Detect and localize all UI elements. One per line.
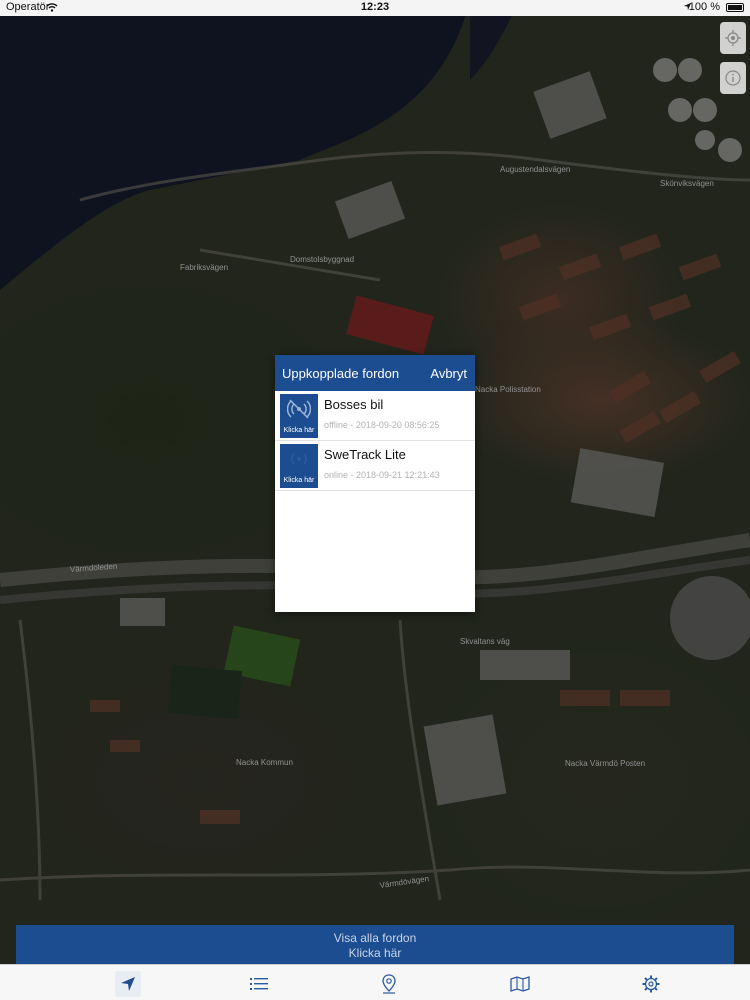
list-icon bbox=[250, 978, 268, 990]
thumb-click-label: Klicka här bbox=[283, 477, 315, 484]
tab-pin[interactable] bbox=[376, 971, 402, 997]
show-all-vehicles-button[interactable]: Visa alla fordon Klicka här bbox=[16, 925, 734, 964]
tab-bar bbox=[0, 964, 750, 1000]
vehicle-thumbnail[interactable]: Klicka här bbox=[280, 444, 318, 488]
map-info-button[interactable] bbox=[720, 62, 746, 94]
status-bar: Operatör 12:23 100 % bbox=[0, 0, 750, 16]
vehicle-row-swetrack-lite[interactable]: Klicka här SweTrack Lite online - 2018-0… bbox=[275, 441, 475, 491]
connected-vehicles-dialog: Uppkopplade fordon Avbryt Klicka här Bos… bbox=[275, 355, 475, 612]
map-pin-icon bbox=[382, 974, 396, 994]
vehicle-thumbnail[interactable]: Klicka här bbox=[280, 394, 318, 438]
locate-icon bbox=[725, 30, 741, 46]
banner-title: Visa alla fordon bbox=[333, 931, 417, 945]
vehicle-name: SweTrack Lite bbox=[324, 447, 406, 462]
clock: 12:23 bbox=[360, 1, 390, 13]
info-icon bbox=[725, 70, 741, 86]
dialog-header: Uppkopplade fordon Avbryt bbox=[275, 355, 475, 391]
vehicle-row-bosses-bil[interactable]: Klicka här Bosses bil offline - 2018-09-… bbox=[275, 391, 475, 441]
locate-me-button[interactable] bbox=[720, 22, 746, 54]
tab-list[interactable] bbox=[246, 971, 272, 997]
battery-percentage: 100 % bbox=[688, 1, 720, 13]
tab-settings[interactable] bbox=[638, 971, 664, 997]
navigation-arrow-icon bbox=[121, 977, 135, 991]
tab-navigation[interactable] bbox=[115, 971, 141, 997]
map-icon bbox=[510, 976, 530, 992]
thumb-click-label: Klicka här bbox=[283, 427, 315, 434]
signal-icon bbox=[287, 449, 311, 476]
gear-icon bbox=[642, 975, 660, 993]
no-signal-icon bbox=[286, 399, 312, 426]
tab-map[interactable] bbox=[507, 971, 533, 997]
cancel-button[interactable]: Avbryt bbox=[430, 366, 467, 381]
dialog-title: Uppkopplade fordon bbox=[282, 366, 400, 381]
vehicle-name: Bosses bil bbox=[324, 397, 384, 412]
battery-icon bbox=[726, 3, 744, 12]
vehicle-status: offline - 2018-09-20 08:56:25 bbox=[324, 420, 440, 430]
vehicle-status: online - 2018-09-21 12:21:43 bbox=[324, 470, 440, 480]
banner-subtitle: Klicka här bbox=[348, 946, 402, 960]
